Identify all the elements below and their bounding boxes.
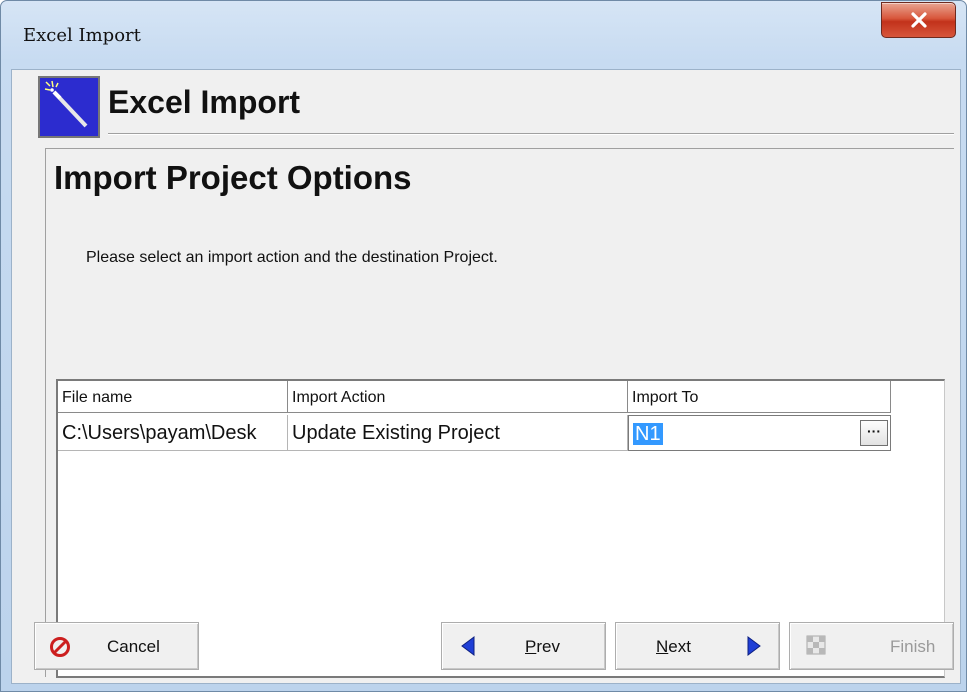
checkered-flag-icon xyxy=(806,635,826,655)
close-button[interactable] xyxy=(881,2,956,38)
arrow-right-icon xyxy=(747,636,761,656)
finish-button[interactable]: Finish xyxy=(789,622,954,670)
finish-label: Finish xyxy=(890,637,936,656)
title-bar[interactable]: Excel Import xyxy=(1,1,966,69)
table-row[interactable]: C:\Users\payam\Desk Update Existing Proj… xyxy=(58,415,891,451)
instruction-text: Please select an import action and the d… xyxy=(86,249,498,266)
file-name-cell[interactable]: C:\Users\payam\Desk xyxy=(58,415,288,451)
wizard-header: Excel Import xyxy=(12,70,960,148)
cancel-icon xyxy=(50,637,70,657)
wizard-header-title: Excel Import xyxy=(108,84,301,120)
dialog-client-area: Excel Import Import Project Options Plea… xyxy=(11,69,961,684)
excel-import-window: Excel Import Excel Import Import Project… xyxy=(0,0,967,692)
cancel-button[interactable]: Cancel xyxy=(34,622,199,670)
prev-label: Prev xyxy=(525,637,560,656)
header-divider xyxy=(108,133,954,135)
next-label: Next xyxy=(656,637,691,656)
browse-project-button[interactable]: ··· xyxy=(860,420,888,446)
column-header-import-action[interactable]: Import Action xyxy=(288,381,628,413)
cancel-label: Cancel xyxy=(107,637,160,656)
window-title: Excel Import xyxy=(23,25,141,46)
close-icon xyxy=(911,12,927,28)
magic-wand-icon xyxy=(38,76,100,138)
column-header-file-name[interactable]: File name xyxy=(58,381,288,413)
grid-header-row: File name Import Action Import To xyxy=(58,381,891,415)
prev-button[interactable]: Prev xyxy=(441,622,606,670)
import-to-value[interactable]: N1 xyxy=(633,423,663,445)
wizard-page-panel: Import Project Options Please select an … xyxy=(45,148,954,678)
arrow-left-icon xyxy=(461,636,475,656)
next-button[interactable]: Next xyxy=(615,622,780,670)
page-title: Import Project Options xyxy=(54,159,412,196)
import-action-cell[interactable]: Update Existing Project xyxy=(288,415,628,451)
column-header-import-to[interactable]: Import To xyxy=(628,381,891,413)
import-to-cell[interactable]: N1 ··· xyxy=(628,415,891,451)
